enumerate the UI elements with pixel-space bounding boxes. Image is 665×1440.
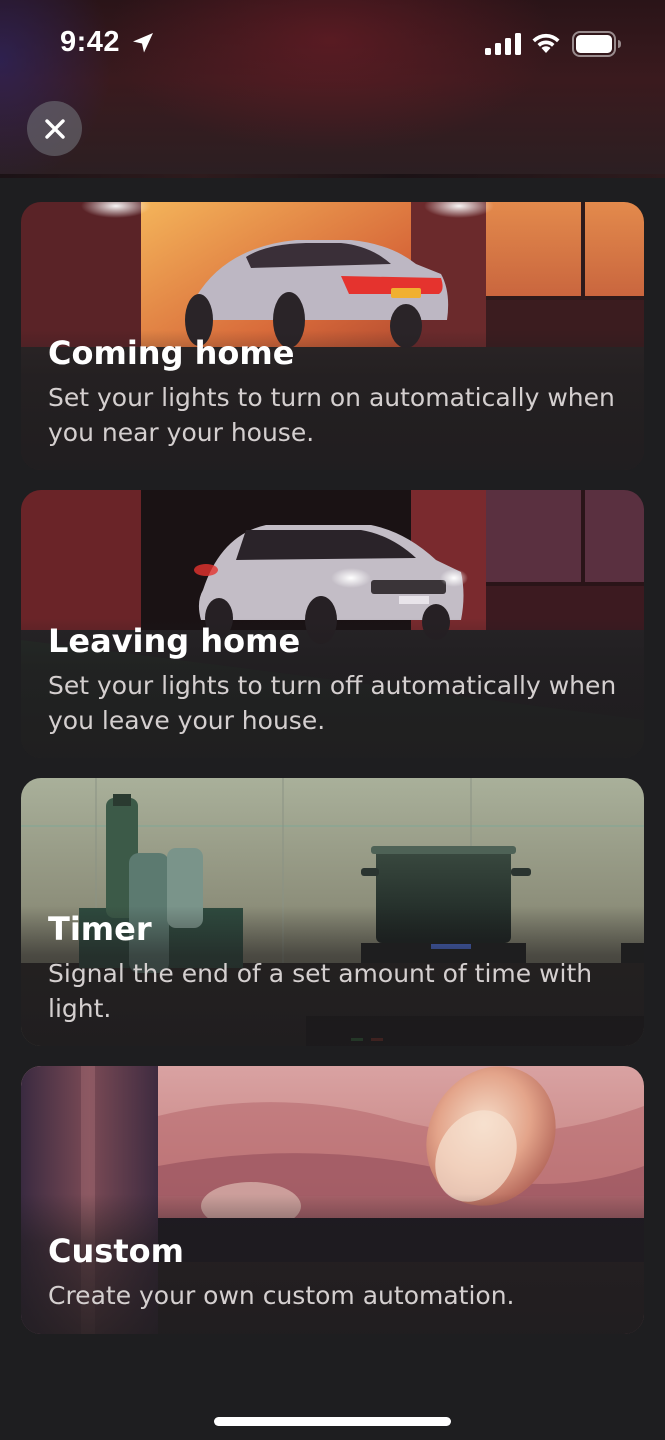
- automation-card-leaving-home[interactable]: Leaving home Set your lights to turn off…: [21, 490, 644, 758]
- card-description: Create your own custom automation.: [48, 1281, 515, 1310]
- battery-icon: [572, 31, 621, 57]
- card-title: Coming home: [48, 334, 295, 372]
- card-title: Custom: [48, 1232, 184, 1270]
- card-description: Set your lights to turn on automatically…: [48, 383, 615, 447]
- close-button[interactable]: [27, 101, 82, 156]
- card-description: Set your lights to turn off automaticall…: [48, 671, 617, 735]
- card-description: Signal the end of a set amount of time w…: [48, 959, 593, 1023]
- wifi-icon: [532, 33, 560, 53]
- automation-card-timer[interactable]: Timer Signal the end of a set amount of …: [21, 778, 644, 1046]
- card-title: Timer: [48, 910, 152, 948]
- card-title: Leaving home: [48, 622, 301, 660]
- automation-card-coming-home[interactable]: Coming home Set your lights to turn on a…: [21, 202, 644, 470]
- status-time: 9:42: [60, 26, 121, 58]
- automation-card-custom[interactable]: Custom Create your own custom automation…: [21, 1066, 644, 1334]
- automation-picker-screen: 9:42 Coming home Set your lights to turn…: [0, 0, 665, 1440]
- home-indicator[interactable]: [214, 1417, 451, 1426]
- cellular-signal-icon: [485, 33, 521, 55]
- status-bar: 9:42: [0, 0, 665, 90]
- location-arrow-icon: [133, 33, 153, 53]
- close-icon: [44, 118, 65, 139]
